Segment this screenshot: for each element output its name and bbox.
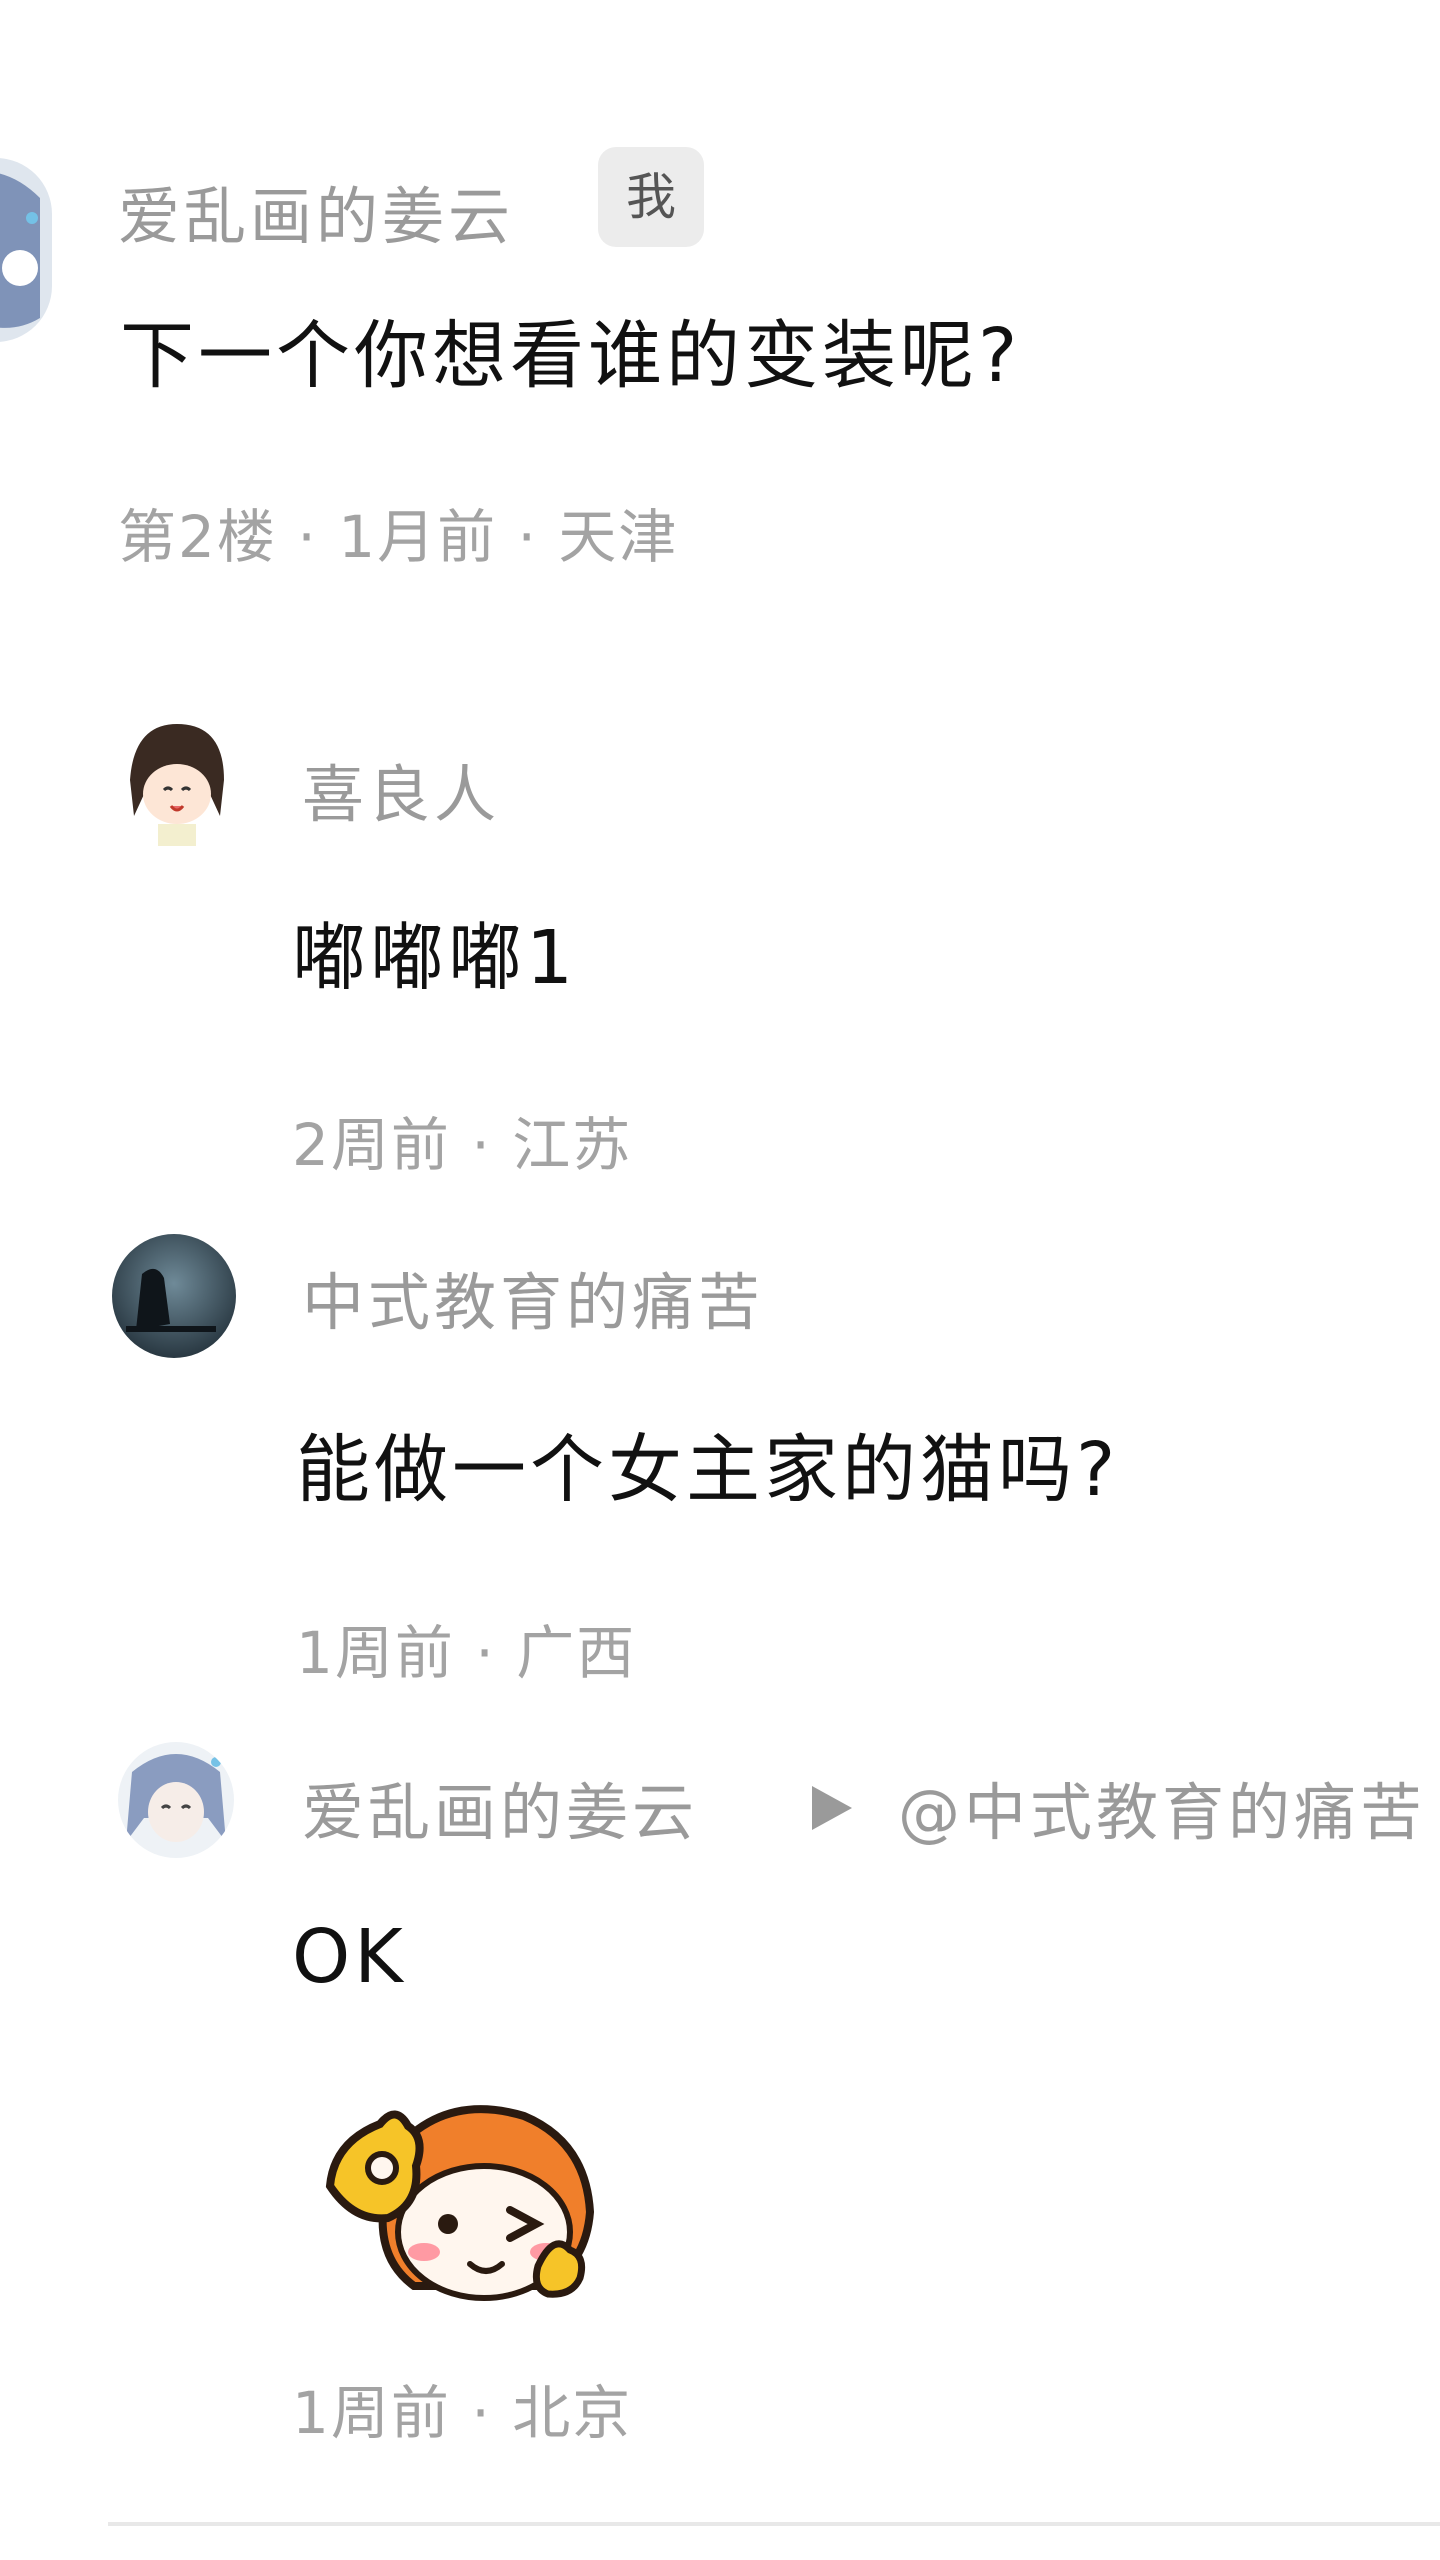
- reply-3-text: OK: [292, 1914, 407, 2000]
- reply-2-avatar[interactable]: [112, 1234, 236, 1358]
- reply-1-author[interactable]: 喜良人: [302, 744, 500, 834]
- reply-1-text: 嘟嘟嘟1: [292, 915, 578, 1001]
- reply-1-avatar[interactable]: [124, 720, 230, 846]
- main-comment-meta: 第2楼 · 1月前 · 天津: [118, 503, 679, 571]
- reply-1-meta: 2周前 · 江苏: [292, 1111, 633, 1179]
- reply-3-author[interactable]: 爱乱画的姜云: [302, 1762, 698, 1852]
- me-badge: 我: [598, 147, 704, 247]
- reply-to-arrow-icon: [812, 1786, 852, 1830]
- main-author-name[interactable]: 爱乱画的姜云: [118, 166, 514, 256]
- section-divider: [108, 2522, 1440, 2526]
- reply-2-meta: 1周前 · 广西: [296, 1619, 637, 1687]
- reply-2-text: 能做一个女主家的猫吗?: [296, 1427, 1120, 1513]
- reply-3-meta: 1周前 · 北京: [292, 2379, 633, 2447]
- sticker-emoji-image[interactable]: [324, 2082, 602, 2306]
- main-author-avatar[interactable]: [0, 158, 52, 342]
- reply-3-mention[interactable]: @中式教育的痛苦: [898, 1762, 1440, 1852]
- reply-3-avatar[interactable]: [118, 1742, 234, 1858]
- main-comment-text: 下一个你想看谁的变装呢?: [120, 313, 1022, 399]
- reply-2-author[interactable]: 中式教育的痛苦: [302, 1252, 764, 1342]
